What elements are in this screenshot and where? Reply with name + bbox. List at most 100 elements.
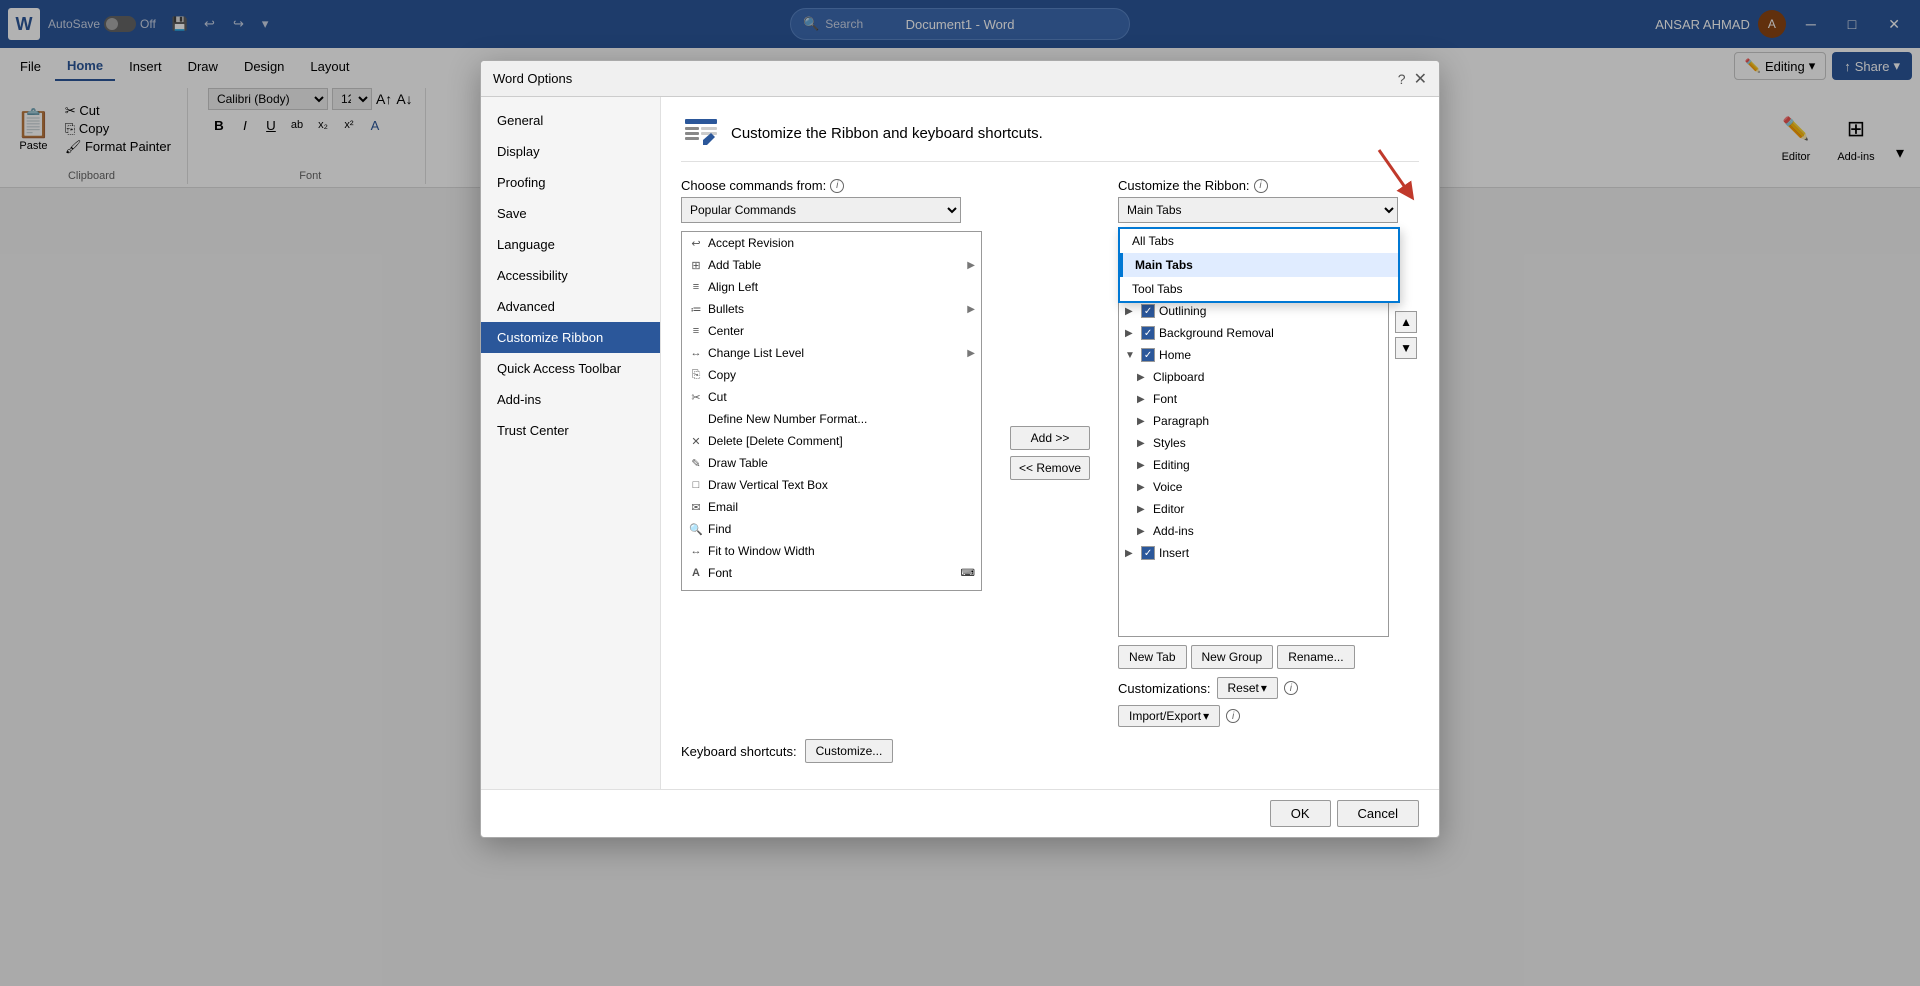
cmd-draw-table-label: Draw Table [708,456,768,470]
cmd-change-list-level-icon: ↔ [688,345,704,361]
tree-bg-removal-label: Background Removal [1159,326,1274,340]
cmd-email[interactable]: ✉ Email [682,496,981,518]
dialog-title-bar: Word Options ? ✕ [481,61,1439,97]
nav-accessibility[interactable]: Accessibility [481,260,660,291]
cmd-add-table-label: Add Table [708,258,761,272]
choose-commands-info-icon[interactable]: i [830,179,844,193]
cmd-define-number-format[interactable]: Define New Number Format... [682,408,981,430]
main-two-col: Choose commands from: i Popular Commands [681,178,1419,727]
customizations-label: Customizations: [1118,681,1210,696]
new-group-button[interactable]: New Group [1191,645,1274,669]
keyboard-shortcuts-label: Keyboard shortcuts: [681,744,797,759]
tree-scroll-up-button[interactable]: ▲ [1395,311,1417,333]
cmd-draw-vertical-text-box[interactable]: □ Draw Vertical Text Box [682,474,981,496]
cmd-font[interactable]: A Font ⌨ [682,562,981,584]
cmd-accept-revision[interactable]: ↩ Accept Revision [682,232,981,254]
import-export-row: Import/Export ▾ i [1118,705,1419,727]
tree-editor[interactable]: ▶ Editor [1119,498,1388,520]
cmd-bullets[interactable]: ≔ Bullets ▶ [682,298,981,320]
dropdown-option-main-tabs[interactable]: Main Tabs [1120,253,1398,277]
nav-proofing[interactable]: Proofing [481,167,660,198]
cmd-draw-table[interactable]: ✎ Draw Table [682,452,981,474]
customizations-info-icon[interactable]: i [1284,681,1298,695]
dropdown-option-all-tabs[interactable]: All Tabs [1120,229,1398,253]
new-tab-button[interactable]: New Tab [1118,645,1186,669]
tree-clipboard[interactable]: ▶ Clipboard [1119,366,1388,388]
nav-trust-center[interactable]: Trust Center [481,415,660,446]
tab-group-buttons: New Tab New Group Rename... [1118,645,1419,669]
tree-styles-label: Styles [1153,436,1186,450]
tree-font-label: Font [1153,392,1177,406]
dialog-help-button[interactable]: ? [1398,71,1406,87]
tree-insert-chevron: ▶ [1125,548,1137,559]
customize-ribbon-info-icon[interactable]: i [1254,179,1268,193]
cmd-fit-to-window-width[interactable]: ↔ Fit to Window Width [682,540,981,562]
import-export-button[interactable]: Import/Export ▾ [1118,705,1220,727]
cmd-font-color[interactable]: A Font Color ▶ [682,584,981,591]
tree-home[interactable]: ▼ ✓ Home [1119,344,1388,366]
cmd-bullets-arrow: ▶ [967,304,975,315]
tree-outlining-checkbox[interactable]: ✓ [1141,304,1155,318]
cmd-align-left[interactable]: ≡ Align Left [682,276,981,298]
tree-editing[interactable]: ▶ Editing [1119,454,1388,476]
tree-styles[interactable]: ▶ Styles [1119,432,1388,454]
ribbon-tree[interactable]: ▶ ✓ Insert (Blog Post) ▶ ✓ Outlining [1118,277,1389,637]
cmd-add-table[interactable]: ⊞ Add Table ▶ [682,254,981,276]
cmd-find-icon: 🔍 [688,521,704,537]
cancel-button[interactable]: Cancel [1337,800,1419,827]
tree-insert[interactable]: ▶ ✓ Insert [1119,542,1388,564]
nav-advanced[interactable]: Advanced [481,291,660,322]
ribbon-dropdown-popup[interactable]: All Tabs Main Tabs Tool Tabs [1118,227,1400,303]
content-header-title: Customize the Ribbon and keyboard shortc… [731,125,1043,142]
tree-voice[interactable]: ▶ Voice [1119,476,1388,498]
rename-button[interactable]: Rename... [1277,645,1354,669]
cmd-draw-table-icon: ✎ [688,455,704,471]
nav-display[interactable]: Display [481,136,660,167]
cmd-font-label: Font [708,566,732,580]
cmd-center[interactable]: ≡ Center [682,320,981,342]
customizations-row: Customizations: Reset ▾ i [1118,677,1419,699]
tree-insert-checkbox[interactable]: ✓ [1141,546,1155,560]
import-export-info-icon[interactable]: i [1226,709,1240,723]
ribbon-customize-select[interactable]: Main Tabs [1118,197,1398,223]
remove-button[interactable]: << Remove [1010,456,1090,480]
tree-addins[interactable]: ▶ Add-ins [1119,520,1388,542]
cmd-cut[interactable]: ✂ Cut [682,386,981,408]
nav-quick-access[interactable]: Quick Access Toolbar [481,353,660,384]
tree-font[interactable]: ▶ Font [1119,388,1388,410]
ok-button[interactable]: OK [1270,800,1331,827]
tree-bg-removal-chevron: ▶ [1125,328,1137,339]
cmd-change-list-level[interactable]: ↔ Change List Level ▶ [682,342,981,364]
dropdown-option-tool-tabs[interactable]: Tool Tabs [1120,277,1398,301]
add-button[interactable]: Add >> [1010,426,1090,450]
customize-shortcuts-button[interactable]: Customize... [805,739,894,763]
tree-paragraph[interactable]: ▶ Paragraph [1119,410,1388,432]
ribbon-dropdown-wrapper: Main Tabs [1118,197,1419,223]
tree-scroll-down-button[interactable]: ▼ [1395,337,1417,359]
reset-btn-arrow: ▾ [1261,681,1267,695]
nav-addins[interactable]: Add-ins [481,384,660,415]
cmd-find[interactable]: 🔍 Find [682,518,981,540]
tree-insert-label: Insert [1159,546,1189,560]
commands-from-select[interactable]: Popular Commands [681,197,961,223]
cmd-font-kbd-icon: ⌨ [961,568,975,579]
tree-bg-removal-checkbox[interactable]: ✓ [1141,326,1155,340]
cmd-copy[interactable]: ⎘ Copy [682,364,981,386]
nav-customize-ribbon[interactable]: Customize Ribbon [481,322,660,353]
tree-home-checkbox[interactable]: ✓ [1141,348,1155,362]
commands-list[interactable]: ↩ Accept Revision ⊞ Add Table ▶ ≡ [681,231,982,591]
tree-editor-chevron: ▶ [1137,504,1149,515]
cmd-delete-comment[interactable]: ✕ Delete [Delete Comment] [682,430,981,452]
reset-button[interactable]: Reset ▾ [1217,677,1278,699]
choose-commands-label: Choose commands from: i [681,178,982,193]
tree-outlining[interactable]: ▶ ✓ Outlining [1119,300,1388,322]
ribbon-tree-col: Customize the Ribbon: i Main Tabs [1118,178,1419,727]
nav-language[interactable]: Language [481,229,660,260]
nav-save[interactable]: Save [481,198,660,229]
cmd-change-list-level-arrow: ▶ [967,348,975,359]
cmd-cut-icon: ✂ [688,389,704,405]
tree-bg-removal[interactable]: ▶ ✓ Background Removal [1119,322,1388,344]
customize-ribbon-icon [681,113,721,153]
dialog-close-button[interactable]: ✕ [1414,69,1427,89]
nav-general[interactable]: General [481,105,660,136]
